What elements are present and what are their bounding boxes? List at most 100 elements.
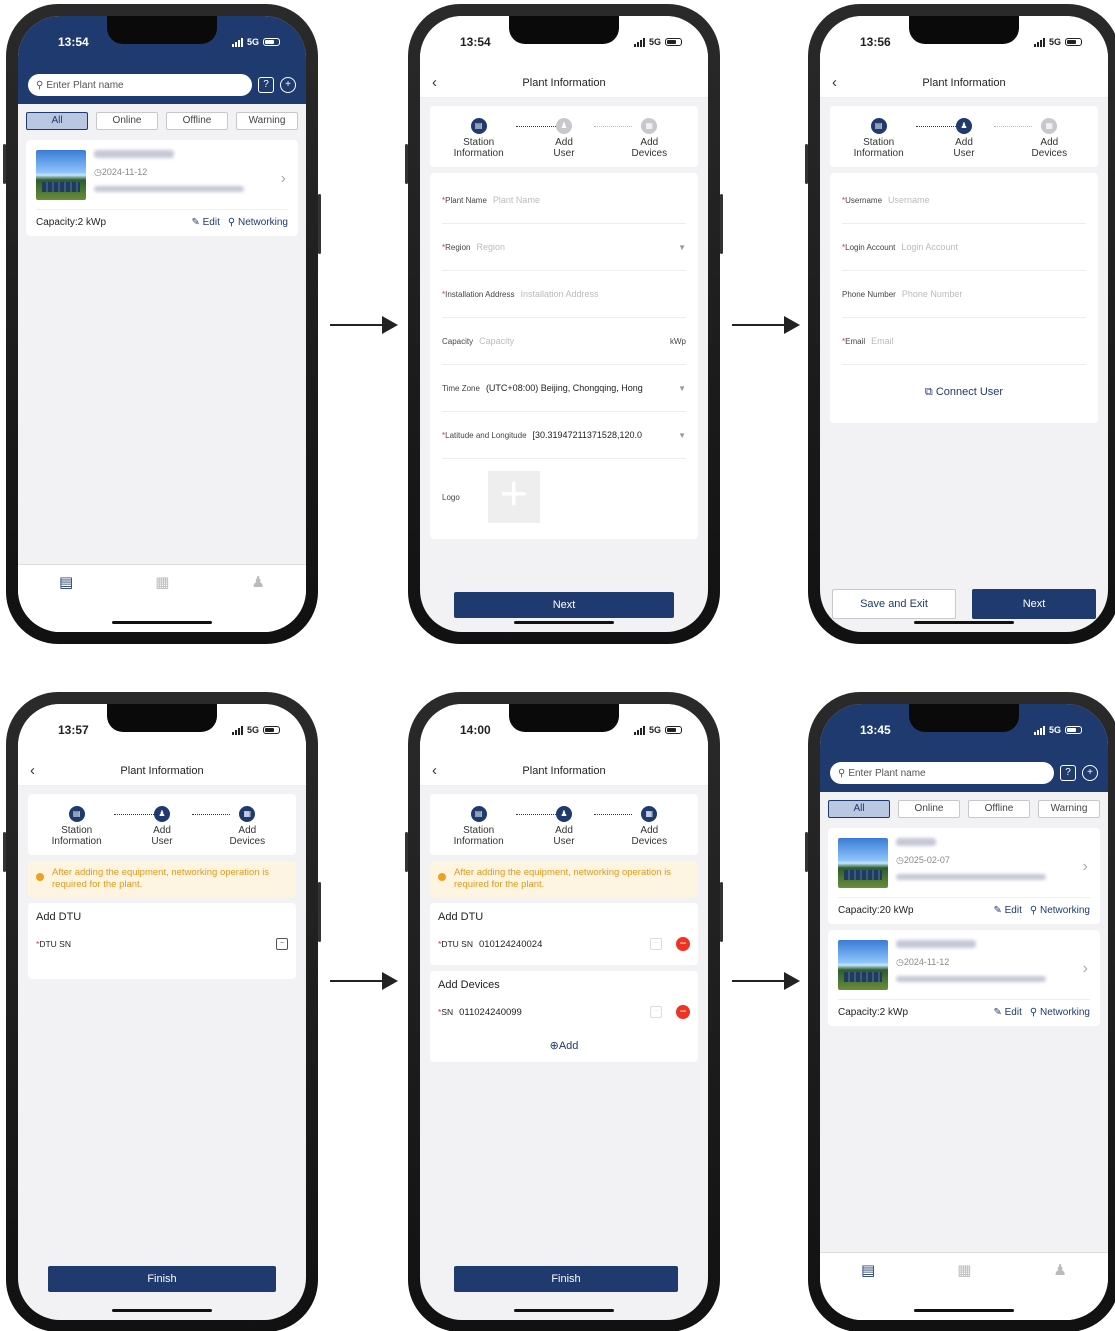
step-station-information: ▤ Station Information: [436, 806, 521, 847]
page-title: Plant Information: [120, 764, 204, 777]
finish-button[interactable]: Finish: [454, 1266, 678, 1292]
username-field[interactable]: *Username Username: [842, 177, 1086, 224]
step-add-devices: ▦ Add Devices: [607, 118, 692, 159]
battery-icon: [1065, 726, 1082, 734]
flow-arrow: [330, 316, 398, 334]
remove-icon[interactable]: −: [676, 1005, 690, 1019]
step-add-devices: ▦ Add Devices: [205, 806, 290, 847]
back-icon[interactable]: ‹: [30, 762, 35, 779]
filter-online[interactable]: Online: [898, 800, 960, 818]
networking-link[interactable]: ⚲ Networking: [1030, 1007, 1090, 1018]
back-icon[interactable]: ‹: [832, 74, 837, 91]
filter-offline[interactable]: Offline: [166, 112, 228, 130]
installation-address-field[interactable]: *Installation Address Installation Addres…: [442, 271, 686, 318]
plant-address-blurred: [896, 874, 1046, 880]
page-title: Plant Information: [522, 764, 606, 777]
filter-warning[interactable]: Warning: [1038, 800, 1100, 818]
email-field[interactable]: *Email Email: [842, 318, 1086, 365]
networking-link[interactable]: ⚲ Networking: [1030, 905, 1090, 916]
plant-card[interactable]: ◷2024-11-12 › Capacity:2 kWp ✎ Edit ⚲ Ne…: [26, 140, 298, 236]
next-button[interactable]: Next: [454, 592, 674, 618]
phone-add-user: 13:56 5G ‹ Plant Information ▤ Station Info…: [805, 4, 1115, 644]
phone-number-field[interactable]: Phone Number Phone Number: [842, 271, 1086, 318]
user-form: *Username Username *Login Account Login Ac…: [830, 173, 1098, 423]
header: ⚲ Enter Plant name ? +: [820, 756, 1108, 792]
remove-icon[interactable]: −: [676, 937, 690, 951]
search-input[interactable]: ⚲ Enter Plant name: [830, 762, 1054, 784]
region-field[interactable]: *Region Region ▼: [442, 224, 686, 271]
home-indicator: [514, 621, 614, 624]
phone-station-information: 13:54 5G ‹ Plant Information ▤ Station Info…: [405, 4, 723, 644]
filter-all[interactable]: All: [26, 112, 88, 130]
add-plant-icon[interactable]: +: [280, 77, 296, 93]
add-plant-icon[interactable]: +: [1082, 765, 1098, 781]
stepper: ▤ Station Information ♟ Add User ▦ Add Devices: [830, 106, 1098, 167]
plant-address-blurred: [94, 186, 244, 192]
plant-thumbnail: [838, 838, 888, 888]
save-and-exit-button[interactable]: Save and Exit: [832, 589, 956, 619]
step-devices-icon: ▦: [239, 806, 256, 822]
dropdown-icon: ▼: [678, 242, 686, 252]
lat-long-field[interactable]: *Latitude and Longitude [30.3194721137152…: [442, 412, 686, 459]
network-label: 5G: [246, 37, 259, 47]
tab-profile-icon[interactable]: ♟: [251, 573, 264, 632]
signal-icon: [633, 725, 645, 735]
add-dtu-heading: Add DTU: [438, 911, 484, 923]
nav-bar: ‹ Plant Information: [420, 756, 708, 786]
dtu-sn-field[interactable]: *DTU SN −: [36, 933, 288, 955]
page-title: Plant Information: [922, 76, 1006, 89]
plant-date: ◷2024-11-12: [896, 957, 950, 967]
scan-icon[interactable]: −: [650, 938, 662, 950]
signal-indicator: 5G: [1033, 725, 1082, 735]
sn-field[interactable]: *SN 011024240099− −: [438, 1001, 690, 1023]
networking-link[interactable]: ⚲ Networking: [228, 217, 288, 228]
back-icon[interactable]: ‹: [432, 762, 437, 779]
time-zone-field[interactable]: Time Zone (UTC+08:00) Beijing, Chongqing,…: [442, 365, 686, 412]
filter-offline[interactable]: Offline: [968, 800, 1030, 818]
capacity-field[interactable]: Capacity Capacity kWp: [442, 318, 686, 365]
tab-plants-icon[interactable]: ▤: [59, 573, 73, 632]
filter-warning[interactable]: Warning: [236, 112, 298, 130]
filter-all[interactable]: All: [828, 800, 890, 818]
plant-name-field[interactable]: *Plant Name Plant Name: [442, 177, 686, 224]
login-account-field[interactable]: *Login Account Login Account: [842, 224, 1086, 271]
search-input[interactable]: ⚲ Enter Plant name: [28, 74, 252, 96]
home-indicator: [514, 1309, 614, 1312]
dtu-sn-field[interactable]: *DTU SN 010124240024− −: [438, 933, 690, 955]
step-station-icon: ▤: [470, 806, 487, 822]
nav-bar: ‹ Plant Information: [820, 68, 1108, 98]
signal-indicator: 5G: [231, 37, 280, 47]
scan-icon[interactable]: ?: [1060, 765, 1076, 781]
logo-upload-icon[interactable]: +: [487, 471, 540, 523]
flow-arrow: [732, 316, 800, 334]
step-user-icon: ♟: [955, 118, 972, 134]
add-device-button[interactable]: ⊕Add: [438, 1039, 690, 1052]
plant-card[interactable]: ◷2024-11-12 › Capacity:2 kWp ✎ Edit ⚲ Ne…: [828, 930, 1100, 1026]
scan-icon[interactable]: ?: [258, 77, 274, 93]
phone-add-devices-filled: 14:00 5G ‹ Plant Information ▤ Station Info…: [405, 692, 723, 1331]
station-form: *Plant Name Plant Name *Region Region ▼ *In…: [430, 173, 698, 539]
edit-link[interactable]: ✎ Edit: [993, 1007, 1021, 1018]
step-user-icon: ♟: [153, 806, 170, 822]
edit-link[interactable]: ✎ Edit: [993, 905, 1021, 916]
scan-icon[interactable]: −: [276, 938, 288, 950]
scan-icon[interactable]: −: [650, 1006, 662, 1018]
notch: [909, 16, 1019, 44]
nav-bar: ‹ Plant Information: [420, 68, 708, 98]
tab-plants-icon[interactable]: ▤: [861, 1261, 875, 1320]
plant-card[interactable]: ◷2025-02-07 › Capacity:20 kWp ✎ Edit ⚲ N…: [828, 828, 1100, 924]
connect-user-button[interactable]: ⧉ Connect User: [842, 365, 1086, 419]
networking-notice: After adding the equipment, networking o…: [28, 861, 296, 897]
phone-plant-list-2: 13:45 5G ⚲ Enter Plant name ? + All Onlin…: [805, 692, 1115, 1331]
step-add-user: ♟ Add User: [921, 118, 1006, 159]
chevron-right-icon: ›: [1082, 960, 1088, 977]
tab-profile-icon[interactable]: ♟: [1053, 1261, 1066, 1320]
phone-add-devices-empty: 13:57 5G ‹ Plant Information ▤ Station Info…: [3, 692, 321, 1331]
back-icon[interactable]: ‹: [432, 74, 437, 91]
filter-online[interactable]: Online: [96, 112, 158, 130]
plant-date: ◷2025-02-07: [896, 855, 950, 865]
finish-button[interactable]: Finish: [48, 1266, 276, 1292]
edit-link[interactable]: ✎ Edit: [191, 217, 219, 228]
step-add-user: ♟ Add User: [521, 118, 606, 159]
next-button[interactable]: Next: [972, 589, 1096, 619]
